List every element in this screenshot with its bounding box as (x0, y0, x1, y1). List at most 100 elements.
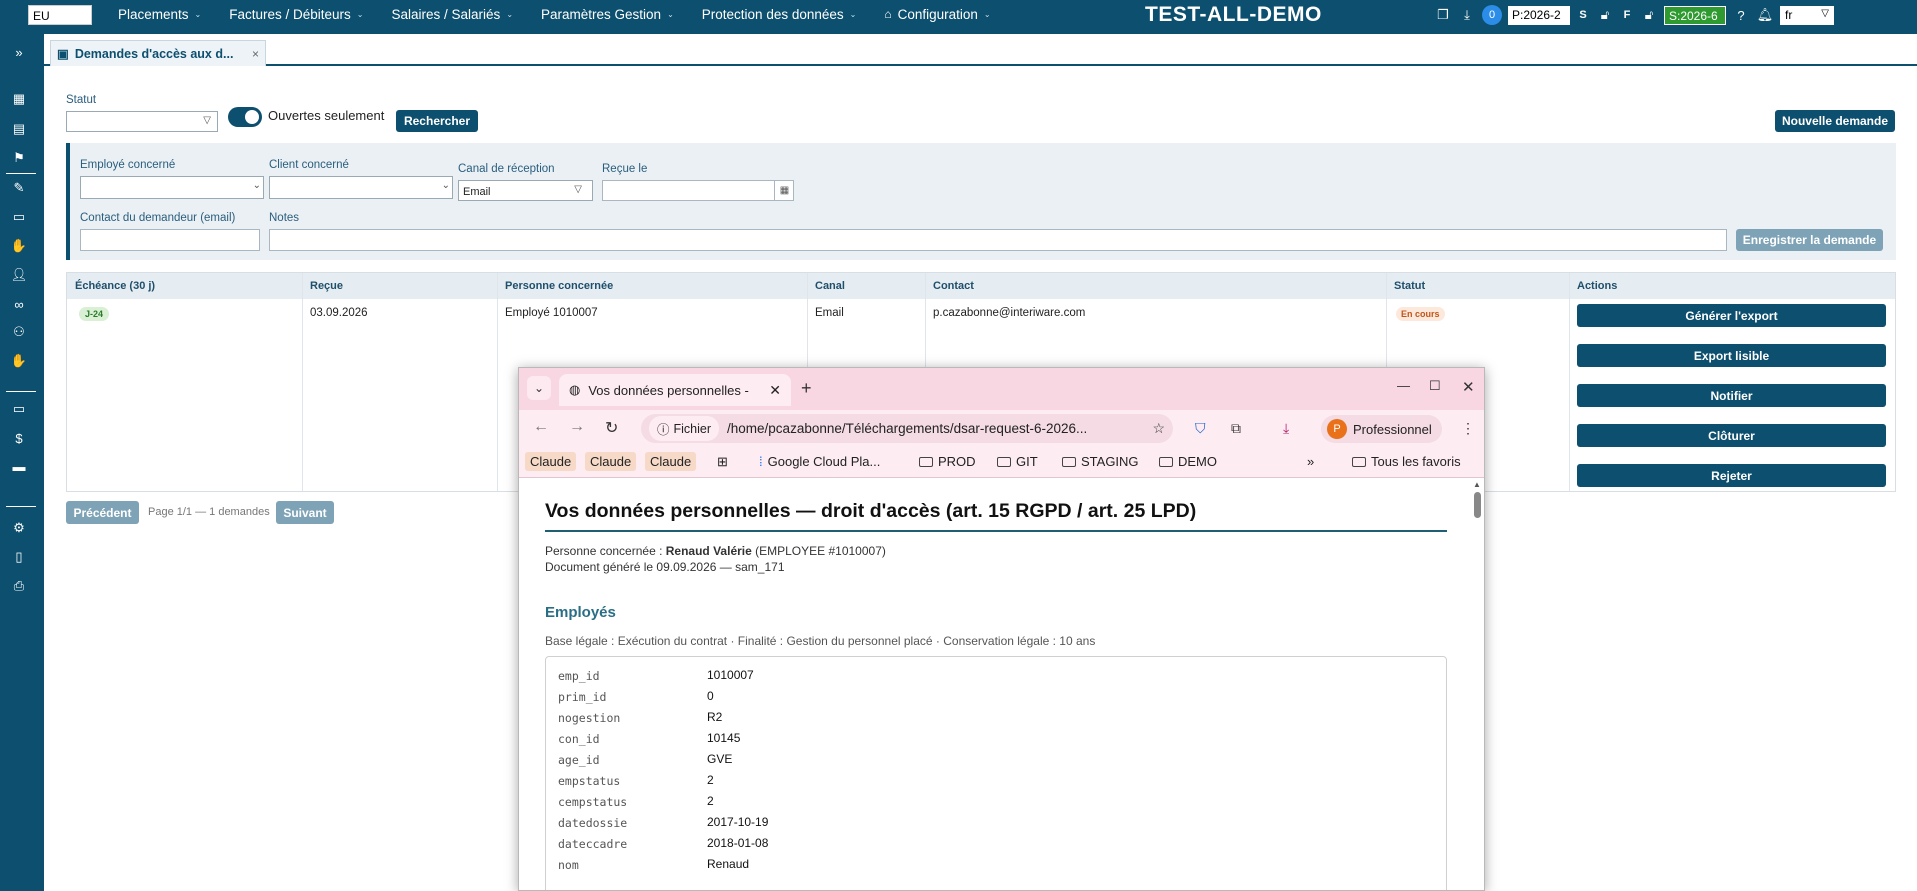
close-request-button[interactable]: Clôturer (1577, 424, 1886, 447)
download-icon[interactable]: ⤓ (1458, 6, 1476, 24)
menu-protection[interactable]: Protection des données ⌄ (688, 0, 871, 28)
minimize-icon[interactable]: — (1397, 378, 1410, 393)
next-button[interactable]: Suivant (276, 501, 334, 524)
person-prefix: Personne concernée : (545, 544, 666, 558)
bookmark-folder-demo[interactable]: DEMO (1159, 454, 1217, 469)
menu-factures[interactable]: Factures / Débiteurs ⌄ (215, 0, 377, 28)
all-bookmarks-folder[interactable]: Tous les favoris (1352, 454, 1461, 469)
tab-search-icon[interactable]: ⌄ (527, 376, 551, 400)
user-settings-icon[interactable]: ⚙ (10, 519, 28, 537)
pencil-icon[interactable]: ✎ (10, 179, 28, 197)
col-person[interactable]: Personne concernée (505, 280, 613, 292)
readable-export-button[interactable]: Export lisible (1577, 344, 1886, 367)
bookmark-google-cloud[interactable]: ⁞ Google Cloud Pla... (759, 454, 880, 469)
previous-button[interactable]: Précédent (66, 501, 139, 524)
user-icon[interactable]: 👤︎ (10, 266, 28, 284)
profile-button[interactable]: P Professionnel (1321, 415, 1442, 443)
period-s-field[interactable]: S:2026-6 (1664, 5, 1726, 25)
document-scrollbar[interactable]: ▲ (1472, 478, 1482, 890)
contact-email-input[interactable] (80, 229, 260, 251)
apps-grid-icon[interactable]: ⊞ (717, 454, 728, 470)
bookmark-folder-git[interactable]: GIT (997, 454, 1038, 469)
bell-icon[interactable]: 🔔︎ (1756, 6, 1774, 24)
menu-parametres[interactable]: Paramètres Gestion ⌄ (527, 0, 688, 28)
period-p-field[interactable]: P:2026-2 (1508, 5, 1570, 25)
hand-money-icon[interactable]: ✋ (10, 237, 28, 255)
expand-icon[interactable]: » (10, 43, 28, 61)
language-select[interactable]: fr ▽ (1780, 5, 1834, 25)
menu-placements[interactable]: Placements ⌄ (104, 0, 215, 28)
layers-icon[interactable]: ❐ (1434, 6, 1452, 24)
save-request-button[interactable]: Enregistrer la demande (1736, 229, 1883, 251)
scroll-up-icon[interactable]: ▲ (1473, 480, 1481, 489)
calendar-icon[interactable]: ▤ (10, 120, 28, 138)
id-card-icon[interactable]: ▭ (10, 208, 28, 226)
col-channel[interactable]: Canal (815, 280, 845, 292)
chevron-down-icon: ▽ (574, 184, 582, 195)
notify-button[interactable]: Notifier (1577, 384, 1886, 407)
close-window-icon[interactable]: ✕ (1462, 378, 1475, 396)
menu-configuration[interactable]: ⌂ Configuration ⌄ (870, 0, 1004, 28)
notification-badge[interactable]: 0 (1482, 5, 1502, 25)
bookmark-claude[interactable]: Claude (525, 452, 577, 471)
title-rule (545, 530, 1447, 532)
more-menu-icon[interactable]: ⋮ (1461, 420, 1475, 437)
received-date-input[interactable] (602, 180, 794, 201)
site-info-chip[interactable]: ⓘ Fichier (649, 416, 720, 441)
col-status[interactable]: Statut (1394, 280, 1425, 292)
bookmark-folder-prod[interactable]: PROD (919, 454, 976, 469)
close-icon[interactable]: ✕ (769, 382, 781, 399)
notes-input[interactable] (269, 229, 1727, 251)
forward-icon[interactable]: → (569, 418, 585, 436)
region-select[interactable]: EU (28, 5, 92, 25)
search-button[interactable]: Rechercher (396, 110, 478, 132)
bookmark-star-icon[interactable]: ☆ (1152, 420, 1165, 437)
credit-card-icon[interactable]: ▬ (10, 457, 28, 475)
users-icon[interactable]: ⚇ (10, 323, 28, 341)
bookmark-claude[interactable]: Claude (645, 452, 697, 471)
menu-salaires[interactable]: Salaires / Salariés ⌄ (378, 0, 528, 28)
calendar-grid-icon[interactable]: ▦ (10, 90, 28, 108)
help-icon[interactable]: ? (1732, 6, 1750, 24)
binoculars-icon[interactable]: ∞ (10, 295, 28, 313)
printer-icon[interactable]: ⎙ (10, 577, 28, 595)
bookmark-folder-staging[interactable]: STAGING (1062, 454, 1139, 469)
statut-select[interactable]: ▽ (66, 111, 218, 132)
client-select[interactable]: ⌄ (269, 176, 453, 199)
reload-icon[interactable]: ↻ (605, 418, 618, 438)
close-icon[interactable]: × (252, 47, 259, 61)
address-bar[interactable]: ⓘ Fichier /home/pcazabonne/Téléchargement… (641, 414, 1173, 443)
inbox-icon: ▣ (57, 47, 69, 61)
top-bar: EU Placements ⌄ Factures / Débiteurs ⌄ Sal… (0, 0, 1917, 34)
col-due[interactable]: Échéance (30 j) (75, 280, 155, 292)
scroll-thumb[interactable] (1474, 492, 1481, 518)
flag-icon[interactable]: ⚑ (10, 149, 28, 167)
new-tab-icon[interactable]: + (801, 378, 812, 399)
col-contact[interactable]: Contact (933, 280, 974, 292)
browser-tab[interactable]: ◍ Vos données personnelles - ✕ (559, 374, 791, 406)
new-request-button[interactable]: Nouvelle demande (1775, 110, 1895, 132)
extensions-icon[interactable]: ⧉ (1231, 420, 1241, 437)
unlock-icon[interactable]: 🔓︎ (1596, 6, 1614, 24)
unlock-icon[interactable]: 🔓︎ (1640, 6, 1658, 24)
tab-data-access-requests[interactable]: ▣ Demandes d'accès aux d... × (50, 40, 266, 66)
maximize-icon[interactable]: ☐ (1429, 378, 1441, 394)
employee-select[interactable]: ⌄ (80, 176, 264, 199)
reject-button[interactable]: Rejeter (1577, 464, 1886, 487)
more-bookmarks-icon[interactable]: » (1307, 454, 1314, 469)
chevron-down-icon: ⌄ (441, 180, 450, 191)
hand-coin-icon[interactable]: ✋ (10, 352, 28, 370)
calendar-icon[interactable]: ▦ (774, 181, 794, 200)
file-icon[interactable]: ▯ (10, 548, 28, 566)
channel-select[interactable]: Email ▽ (458, 180, 593, 201)
generate-export-button[interactable]: Générer l'export (1577, 304, 1886, 327)
bookmark-claude[interactable]: Claude (585, 452, 637, 471)
contact-card-icon[interactable]: ▭ (10, 400, 28, 418)
chevron-down-icon: ▽ (203, 115, 211, 126)
downloads-icon[interactable]: ⤓ (1283, 420, 1289, 437)
bitwarden-icon[interactable]: ⛉ (1195, 420, 1206, 437)
open-only-toggle[interactable] (228, 107, 262, 127)
back-icon[interactable]: ← (533, 418, 549, 436)
dollar-icon[interactable]: $ (10, 429, 28, 447)
col-received[interactable]: Reçue (310, 280, 343, 292)
